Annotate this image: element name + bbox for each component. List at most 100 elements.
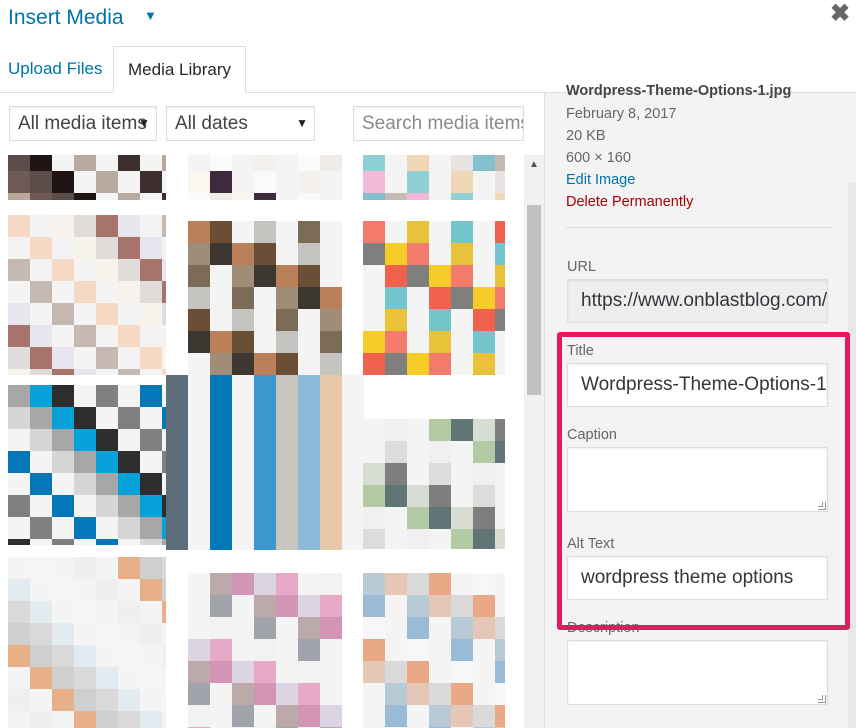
thumbnail-pixel xyxy=(8,623,30,645)
thumbnail-pixel xyxy=(188,375,210,397)
thumbnail-pixel xyxy=(298,529,320,550)
media-thumbnail[interactable] xyxy=(8,385,166,545)
thumbnail-pixel xyxy=(8,667,30,689)
thumbnail-pixel xyxy=(232,155,254,171)
thumbnail-pixel xyxy=(276,683,298,705)
thumbnail-pixel xyxy=(162,193,166,200)
thumbnail-pixel xyxy=(276,155,298,171)
thumbnail-pixel xyxy=(320,265,342,287)
chevron-down-icon[interactable]: ▼ xyxy=(144,8,157,23)
media-thumbnail[interactable] xyxy=(188,155,342,200)
thumbnail-pixel xyxy=(254,661,276,683)
url-field[interactable]: https://www.onblastblog.com/wp-content/u… xyxy=(567,279,828,323)
thumbnail-pixel xyxy=(254,441,276,463)
thumbnail-pixel xyxy=(188,639,210,661)
thumbnail-pixel xyxy=(320,463,342,485)
media-type-filter-value: All media items xyxy=(18,113,147,134)
thumbnail-pixel xyxy=(385,485,407,507)
thumbnail-pixel xyxy=(276,573,298,595)
attachment-dimensions: 600 × 160 xyxy=(566,150,631,166)
thumbnail-pixel xyxy=(210,243,232,265)
thumbnail-pixel xyxy=(8,539,30,545)
thumbnail-pixel xyxy=(320,419,342,441)
media-thumbnail[interactable] xyxy=(363,573,505,728)
thumbnail-pixel xyxy=(298,573,320,595)
edit-image-link[interactable]: Edit Image xyxy=(566,172,635,188)
thumbnail-pixel xyxy=(96,601,118,623)
media-thumbnail[interactable] xyxy=(363,155,505,200)
thumbnail-pixel xyxy=(188,287,210,309)
thumbnail-pixel xyxy=(52,601,74,623)
thumbnail-pixel xyxy=(118,473,140,495)
media-thumbnail[interactable] xyxy=(166,375,364,550)
thumbnail-pixel xyxy=(276,661,298,683)
thumbnail-pixel xyxy=(52,495,74,517)
thumbnail-pixel xyxy=(166,397,188,419)
thumbnail-pixel xyxy=(429,617,451,639)
thumbnail-pixel xyxy=(232,529,254,550)
thumbnail-pixel xyxy=(254,683,276,705)
thumbnail-pixel xyxy=(298,171,320,193)
thumbnail-pixel xyxy=(385,529,407,549)
thumbnail-pixel xyxy=(407,683,429,705)
thumbnail-pixel xyxy=(429,287,451,309)
media-type-filter[interactable]: All media items ▼ xyxy=(9,106,157,141)
thumbnail-pixel xyxy=(188,353,210,375)
media-thumbnail[interactable] xyxy=(363,221,505,375)
resize-handle-icon[interactable] xyxy=(818,695,826,703)
thumbnail-pixel xyxy=(254,375,276,397)
media-thumbnail[interactable] xyxy=(363,419,505,549)
description-field[interactable] xyxy=(567,640,828,705)
thumbnail-pixel xyxy=(210,309,232,331)
date-filter[interactable]: All dates ▼ xyxy=(166,106,315,141)
modal-title[interactable]: Insert Media xyxy=(8,6,124,30)
media-thumbnail[interactable] xyxy=(8,155,166,200)
media-thumbnail[interactable] xyxy=(188,573,342,728)
thumbnail-pixel xyxy=(52,155,74,171)
media-thumbnail[interactable] xyxy=(8,557,166,728)
thumbnail-pixel xyxy=(429,441,451,463)
thumbnail-pixel xyxy=(429,193,451,200)
attachment-filesize: 20 KB xyxy=(566,128,606,144)
thumbnail-pixel xyxy=(495,309,505,331)
thumbnail-pixel xyxy=(74,303,96,325)
tab-media-library[interactable]: Media Library xyxy=(113,46,246,93)
thumbnail-pixel xyxy=(429,463,451,485)
media-thumbnail[interactable] xyxy=(188,221,342,375)
thumbnail-pixel xyxy=(320,661,342,683)
thumbnail-pixel xyxy=(298,155,320,171)
thumbnail-pixel xyxy=(407,331,429,353)
thumbnail-pixel xyxy=(298,661,320,683)
thumbnail-pixel xyxy=(52,711,74,728)
thumbnail-pixel xyxy=(473,171,495,193)
thumbnail-pixel xyxy=(30,517,52,539)
thumbnail-pixel xyxy=(320,331,342,353)
thumbnail-pixel xyxy=(429,507,451,529)
delete-permanently-link[interactable]: Delete Permanently xyxy=(566,194,693,210)
thumbnail-pixel xyxy=(473,287,495,309)
thumbnail-pixel xyxy=(363,353,385,375)
tab-upload-files[interactable]: Upload Files xyxy=(8,46,103,93)
thumbnail-pixel xyxy=(298,683,320,705)
media-thumbnail[interactable] xyxy=(8,215,166,375)
thumbnail-pixel xyxy=(298,507,320,529)
close-icon[interactable]: ✖ xyxy=(830,2,850,26)
search-input[interactable]: Search media items... xyxy=(353,106,524,141)
thumbnail-pixel xyxy=(495,639,505,661)
thumbnail-pixel xyxy=(210,705,232,727)
highlight-box xyxy=(557,332,850,630)
scrollbar-thumb[interactable] xyxy=(527,205,541,395)
thumbnail-pixel xyxy=(188,485,210,507)
thumbnail-pixel xyxy=(162,711,166,728)
thumbnail-pixel xyxy=(96,451,118,473)
grid-scrollbar[interactable]: ▲ xyxy=(524,155,544,728)
scroll-up-icon[interactable]: ▲ xyxy=(524,155,544,175)
thumbnail-pixel xyxy=(96,193,118,200)
thumbnail-pixel xyxy=(342,507,364,529)
thumbnail-pixel xyxy=(188,661,210,683)
thumbnail-pixel xyxy=(30,325,52,347)
thumbnail-pixel xyxy=(320,353,342,375)
thumbnail-pixel xyxy=(188,155,210,171)
thumbnail-pixel xyxy=(96,347,118,369)
thumbnail-pixel xyxy=(385,193,407,200)
